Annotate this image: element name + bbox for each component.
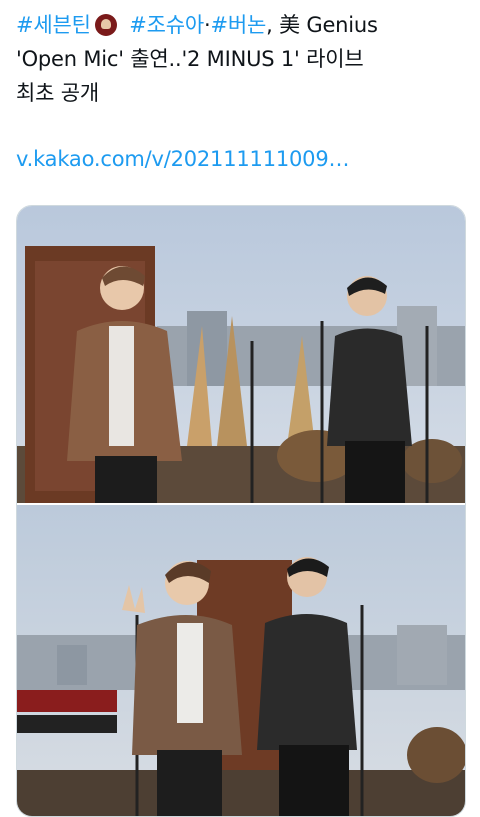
- tweet-text: #세븐틴 #조슈아·#버논, 美 Genius 'Open Mic' 출연..'…: [16, 8, 468, 176]
- tweet-line-1: #세븐틴 #조슈아·#버논, 美 Genius: [16, 8, 468, 42]
- photo-2[interactable]: [17, 505, 465, 816]
- hashtag-joshua[interactable]: #조슈아: [129, 13, 204, 37]
- hashtag-seventeen[interactable]: #세븐틴: [16, 13, 91, 37]
- tweet-line-2: 'Open Mic' 출연..'2 MINUS 1' 라이브: [16, 47, 364, 71]
- seventeen-emoji-icon: [94, 14, 117, 36]
- photo-2-image: [17, 505, 465, 816]
- photo-1-image: [17, 206, 465, 503]
- kakao-video-link[interactable]: v.kakao.com/v/202111111009…: [16, 147, 350, 171]
- photo-1[interactable]: [17, 206, 465, 503]
- tweet-line-3: 최초 공개: [16, 81, 99, 105]
- hashtag-vernon[interactable]: #버논: [211, 13, 267, 37]
- media-grid: [16, 205, 466, 817]
- tweet-text-segment-1: , 美 Genius: [266, 13, 378, 37]
